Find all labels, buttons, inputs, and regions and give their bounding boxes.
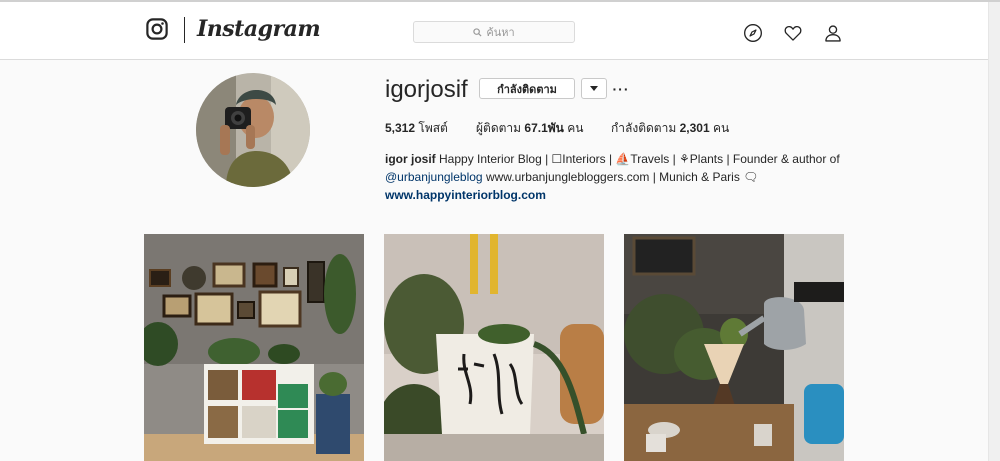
- profile-avatar[interactable]: [196, 73, 310, 187]
- posts-stat: 5,312 โพสต์: [385, 119, 448, 138]
- post-gallery-wall-shelves[interactable]: [144, 234, 364, 461]
- followers-unit: คน: [567, 121, 584, 135]
- instagram-logo-icon[interactable]: [146, 18, 168, 40]
- avatar-photo: [196, 73, 310, 187]
- following-unit: คน: [712, 121, 730, 135]
- suggestions-dropdown-button[interactable]: [581, 78, 607, 99]
- followers-label: ผู้ติดตาม: [476, 121, 522, 135]
- post-face-planter[interactable]: [384, 234, 604, 461]
- posts-label: โพสต์: [418, 121, 448, 135]
- post-image-3: [624, 234, 844, 461]
- bio-line-2: www.urbanjunglebloggers.com | Munich & P…: [485, 170, 759, 184]
- profile-bio: igor josif Happy Interior Blog | ☐Interi…: [385, 150, 855, 204]
- post-image-1: [144, 234, 364, 461]
- search-icon: [473, 27, 482, 37]
- bio-line-1: Happy Interior Blog | ☐Interiors | ⛵Trav…: [439, 152, 840, 166]
- followers-count: 67.1พัน: [524, 121, 564, 135]
- page-scrollbar[interactable]: [988, 2, 1000, 461]
- posts-count: 5,312: [385, 121, 416, 135]
- post-coffee-pour-over[interactable]: [624, 234, 844, 461]
- compass-icon[interactable]: [743, 23, 763, 43]
- post-image-2: [384, 234, 604, 461]
- heart-icon[interactable]: [783, 23, 803, 43]
- search-input[interactable]: ค้นหา: [413, 21, 575, 43]
- profile-username: igorjosif: [385, 76, 468, 103]
- following-label: กำลังติดตาม: [611, 121, 677, 135]
- bio-mention-link[interactable]: @urbanjungleblog: [385, 170, 483, 184]
- instagram-wordmark[interactable]: Instagram: [197, 16, 321, 42]
- bio-website-link[interactable]: www.happyinteriorblog.com: [385, 186, 855, 204]
- more-options-button[interactable]: ···: [613, 78, 629, 99]
- user-icon[interactable]: [823, 23, 843, 43]
- followers-stat[interactable]: ผู้ติดตาม 67.1พัน คน: [476, 119, 583, 138]
- caret-down-icon: [590, 86, 598, 91]
- bio-full-name: igor josif: [385, 152, 436, 166]
- following-button[interactable]: กำลังติดตาม: [479, 78, 575, 99]
- logo-divider: [184, 17, 185, 43]
- following-count: 2,301: [679, 121, 710, 135]
- top-navbar: Instagram ค้นหา: [0, 2, 988, 60]
- following-stat[interactable]: กำลังติดตาม 2,301 คน: [611, 119, 729, 138]
- search-placeholder: ค้นหา: [486, 27, 515, 39]
